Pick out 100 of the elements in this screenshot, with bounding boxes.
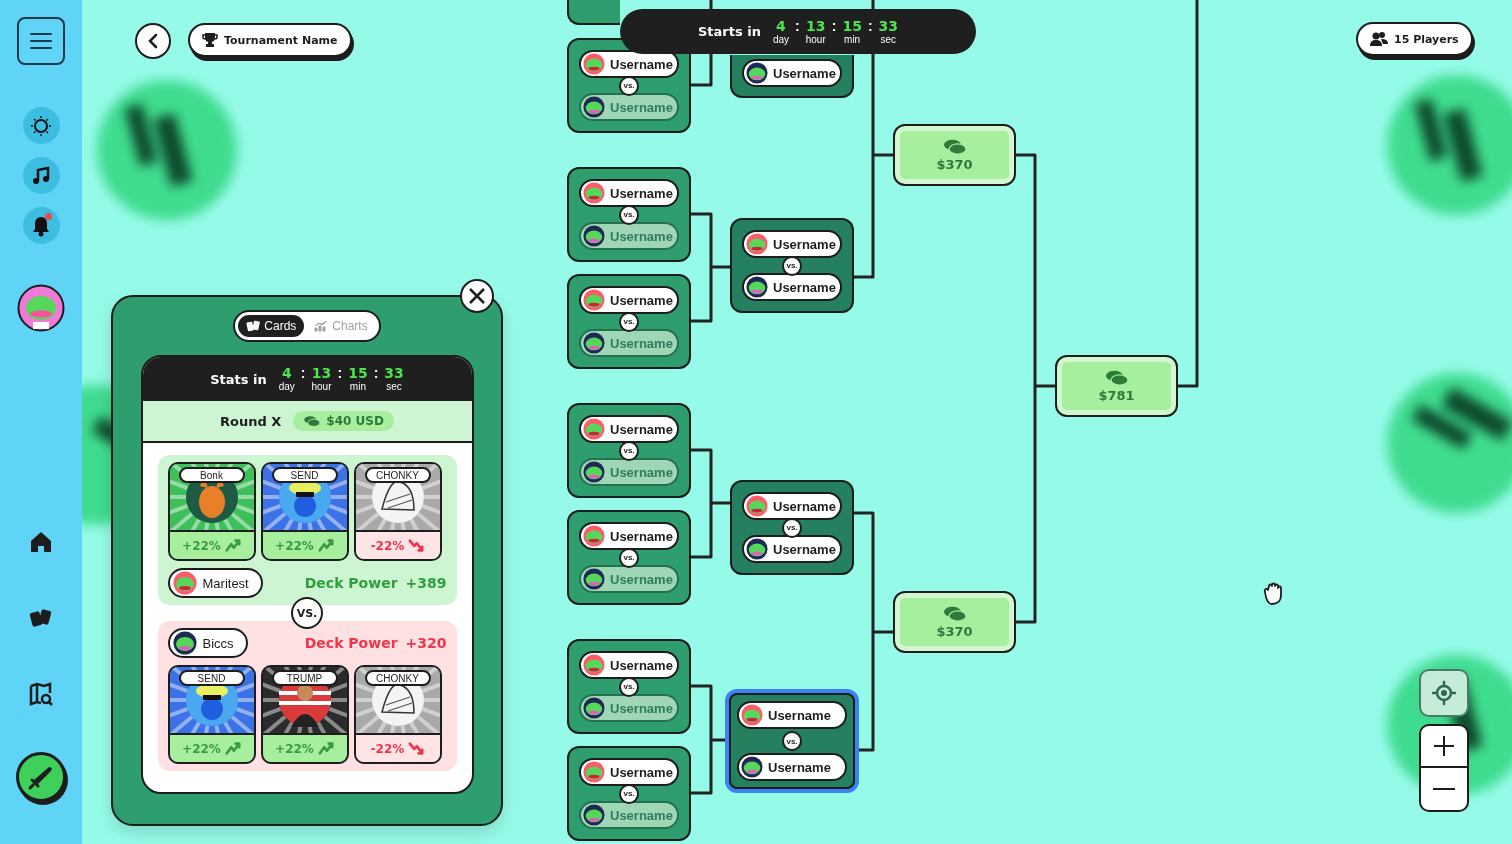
player-pill[interactable]: Username [579, 50, 679, 78]
time-value: 33 [384, 365, 404, 381]
player-pill[interactable]: Biccs [167, 628, 248, 658]
username: Username [610, 700, 673, 716]
username: Username [773, 541, 836, 557]
avatar-icon [583, 525, 605, 547]
avatar-icon [583, 332, 605, 354]
time-value: 15 [348, 365, 368, 381]
close-button[interactable] [460, 279, 494, 313]
token-name: SEND [178, 670, 245, 686]
match-card[interactable]: Username vs. Username [730, 218, 854, 313]
match-card[interactable]: Username vs. Username [725, 689, 859, 793]
deck-power-value: +320 [405, 635, 447, 651]
change-percent: +22% [275, 741, 314, 756]
crosshair-icon [1431, 680, 1457, 706]
sword-button[interactable] [16, 752, 66, 802]
match-card[interactable]: Username vs. Username [567, 403, 691, 498]
countdown-label: Starts in [697, 24, 761, 39]
plus-icon [1432, 734, 1456, 758]
username: Username [610, 764, 673, 780]
username: Username [768, 759, 831, 775]
match-card[interactable]: Username [730, 55, 854, 98]
time-unit: min [349, 381, 366, 393]
music-button[interactable] [22, 157, 60, 194]
avatar-icon [583, 697, 605, 719]
avatar-icon [583, 654, 605, 676]
player-pill[interactable]: Username [742, 492, 842, 520]
avatar-icon [746, 538, 768, 560]
match-card[interactable]: Username vs. Username [730, 480, 854, 575]
prize-text: $40 USD [326, 414, 384, 428]
change-percent: +22% [182, 538, 221, 553]
match-card[interactable]: Username vs. Username [567, 639, 691, 734]
profile-avatar[interactable] [17, 284, 65, 332]
token-card[interactable]: TRUMP +22% [260, 665, 349, 764]
match-card[interactable]: Username vs. Username [567, 510, 691, 605]
player-pill[interactable]: Username [737, 753, 847, 781]
time-value: 4 [281, 365, 292, 381]
notifications-button[interactable] [22, 207, 60, 244]
deck-power-value: +389 [405, 575, 447, 591]
player-pill[interactable]: Username [742, 230, 842, 258]
match-card[interactable]: Username vs. Username [567, 274, 691, 369]
locate-button[interactable] [1419, 669, 1469, 717]
username: Username [610, 228, 673, 244]
username: Username [610, 571, 673, 587]
match-card[interactable]: Username vs. Username [567, 38, 691, 133]
username: Username [610, 292, 673, 308]
token-card[interactable]: Bonk +22% [167, 462, 256, 561]
player-pill[interactable]: Username [579, 758, 679, 786]
avatar-icon [746, 233, 768, 255]
player-pill[interactable]: Username [742, 535, 842, 563]
time-separator: : [867, 17, 873, 34]
zoom-out-button[interactable] [1419, 768, 1469, 812]
player-name: Maritest [202, 575, 249, 591]
change-percent: -22% [370, 741, 405, 756]
avatar-icon [583, 96, 605, 118]
token-card[interactable]: CHONKY -22% [353, 462, 442, 561]
player-pill[interactable]: Username [742, 273, 842, 301]
time-unit: hour [311, 381, 332, 393]
avatar-icon [746, 495, 768, 517]
back-button[interactable] [135, 23, 171, 59]
view-tab[interactable]: Cards [238, 315, 305, 337]
time-value: 13 [805, 17, 826, 34]
avatar-icon [172, 631, 197, 655]
prize-amount: $370 [936, 624, 973, 639]
avatar-icon [583, 568, 605, 590]
username: Username [610, 657, 673, 673]
avatar-icon [583, 804, 605, 826]
countdown-label: Stats in [210, 371, 267, 387]
cards-icon [246, 320, 261, 332]
chart-icon [314, 320, 329, 332]
player-pill[interactable]: Username [742, 59, 842, 87]
token-card[interactable]: SEND +22% [167, 665, 256, 764]
player-pill[interactable]: Username [579, 651, 679, 679]
avatar-icon [583, 53, 605, 75]
music-note-icon [31, 165, 51, 186]
token-card[interactable]: CHONKY -22% [353, 665, 442, 764]
time-value: 33 [878, 17, 899, 34]
zoom-in-button[interactable] [1419, 724, 1469, 768]
coins-icon [941, 138, 968, 155]
theme-button[interactable] [22, 107, 60, 144]
player-pill[interactable]: Maritest [167, 568, 263, 598]
deck-power-label: Deck Power [304, 635, 398, 651]
player-pill[interactable]: Username [579, 415, 679, 443]
player-pill[interactable]: Username [579, 522, 679, 550]
avatar-icon [583, 225, 605, 247]
menu-icon [29, 32, 53, 50]
match-card[interactable]: Username vs. Username [567, 746, 691, 841]
player-pill[interactable]: Username [579, 286, 679, 314]
token-name: CHONKY [364, 467, 431, 483]
time-unit: sec [880, 33, 897, 46]
player-pill[interactable]: Username [737, 701, 847, 729]
map-search-button[interactable] [27, 680, 55, 708]
coins-icon [303, 415, 322, 427]
avatar-icon [746, 62, 768, 84]
player-pill[interactable]: Username [579, 179, 679, 207]
change-percent: +22% [182, 741, 221, 756]
time-value: 13 [311, 365, 332, 381]
menu-button[interactable] [17, 17, 65, 65]
match-card[interactable]: Username vs. Username [567, 167, 691, 262]
token-card[interactable]: SEND +22% [260, 462, 349, 561]
